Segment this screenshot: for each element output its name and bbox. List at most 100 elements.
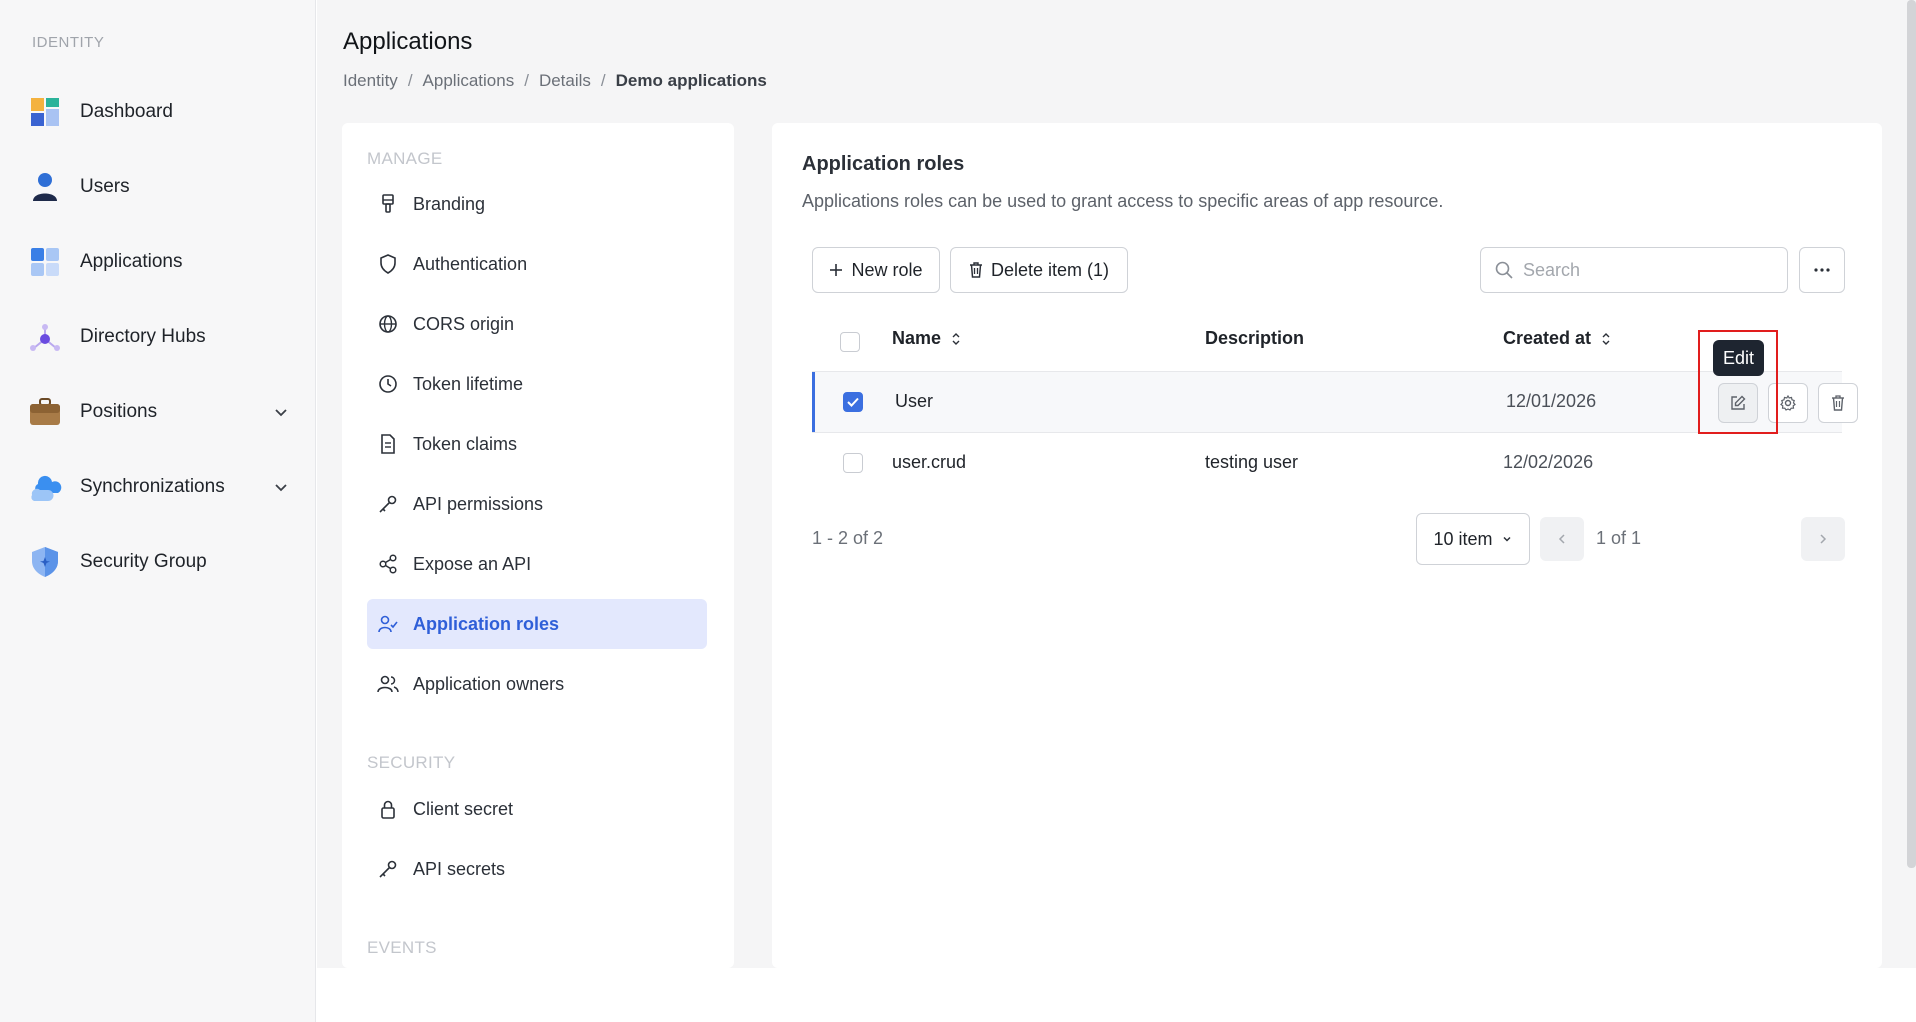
menu-item-label: Authentication [413, 253, 528, 274]
menu-item-label: Client secret [413, 798, 514, 819]
user-icon [28, 170, 62, 204]
chevron-right-icon [1820, 534, 1827, 544]
menu-item-branding[interactable]: Branding [367, 179, 707, 229]
gear-icon [1780, 395, 1796, 411]
globe-icon [377, 313, 399, 335]
menu-item-label: Branding [413, 193, 486, 214]
delete-item-label: Delete item (1) [990, 259, 1110, 280]
row-checkbox[interactable] [843, 453, 863, 473]
cloud-sync-icon [28, 470, 62, 504]
page-scrollbar[interactable] [1907, 0, 1916, 868]
menu-item-label: Expose an API [413, 553, 532, 574]
breadcrumb: Identity / Applications / Details / Demo… [343, 71, 767, 91]
menu-item-label: Application roles [413, 613, 560, 634]
application-roles-panel: Application roles Applications roles can… [772, 123, 1882, 968]
briefcase-icon [28, 395, 62, 429]
menu-item-expose-api[interactable]: Expose an API [367, 539, 707, 589]
sidebar-item-synchronizations[interactable]: Synchronizations [28, 462, 290, 512]
chevron-down-icon[interactable] [272, 403, 290, 421]
delete-item-button[interactable]: Delete item (1) [950, 247, 1128, 293]
column-header-created-at[interactable]: Created at [1503, 328, 1611, 349]
column-header-label: Created at [1503, 328, 1592, 348]
lock-icon [377, 798, 399, 820]
breadcrumb-current: Demo applications [615, 71, 767, 90]
sidebar-section-label: IDENTITY [32, 34, 105, 51]
search-icon [1495, 261, 1513, 279]
sidebar-item-security-group[interactable]: Security Group [28, 537, 290, 587]
chevron-down-icon[interactable] [272, 478, 290, 496]
table-row[interactable]: User 12/01/2026 [812, 372, 1842, 432]
group-label-events: EVENTS [367, 938, 437, 957]
trash-icon [969, 262, 982, 278]
delete-button[interactable] [1818, 383, 1858, 423]
document-icon [377, 433, 399, 455]
main-area: Applications Identity / Applications / D… [317, 0, 1916, 968]
clock-icon [377, 373, 399, 395]
sidebar-item-users[interactable]: Users [28, 162, 290, 212]
prev-page-button[interactable] [1540, 517, 1584, 561]
sidebar-item-directory-hubs[interactable]: Directory Hubs [28, 312, 290, 362]
key-icon [377, 493, 399, 515]
sidebar-item-label: Directory Hubs [80, 326, 206, 347]
menu-item-token-claims[interactable]: Token claims [367, 419, 707, 469]
menu-item-application-roles[interactable]: Application roles [367, 599, 707, 649]
sidebar-item-label: Applications [80, 251, 183, 272]
sidebar-item-label: Positions [80, 401, 158, 422]
share-icon [377, 553, 399, 575]
menu-item-cors-origin[interactable]: CORS origin [367, 299, 707, 349]
menu-item-application-owners[interactable]: Application owners [367, 659, 707, 709]
row-checkbox[interactable] [843, 392, 863, 412]
next-page-button[interactable] [1801, 517, 1845, 561]
search-input[interactable] [1523, 259, 1763, 281]
check-icon [847, 397, 859, 407]
chevron-down-icon [1502, 536, 1511, 542]
applications-icon [28, 245, 62, 279]
sidebar-item-applications[interactable]: Applications [28, 237, 290, 287]
menu-item-label: API permissions [413, 493, 544, 514]
menu-item-label: API secrets [413, 858, 506, 879]
more-horizontal-icon [1814, 268, 1830, 272]
sidebar-item-label: Synchronizations [80, 476, 225, 497]
users-icon [377, 673, 399, 695]
shield-outline-icon [377, 253, 399, 275]
breadcrumb-applications[interactable]: Applications [423, 71, 515, 91]
key-icon [377, 858, 399, 880]
menu-item-label: Token lifetime [413, 373, 524, 394]
cell-created-at: 12/02/2026 [1503, 452, 1594, 472]
menu-item-api-permissions[interactable]: API permissions [367, 479, 707, 529]
user-check-icon [377, 613, 399, 635]
table-row[interactable]: user.crud testing user 12/02/2026 [812, 433, 1842, 493]
sort-icon [952, 332, 960, 345]
page-size-select[interactable]: 10 item [1416, 513, 1530, 565]
breadcrumb-separator: / [524, 71, 529, 90]
sidebar-item-label: Users [80, 176, 130, 197]
breadcrumb-identity[interactable]: Identity [343, 71, 398, 91]
breadcrumb-separator: / [407, 71, 413, 90]
cell-description: testing user [1205, 452, 1299, 472]
new-role-button[interactable]: New role [812, 247, 940, 293]
cell-name: user.crud [892, 452, 967, 472]
menu-item-label: Token claims [413, 433, 518, 454]
section-description: Applications roles can be used to grant … [802, 191, 1444, 211]
menu-item-client-secret[interactable]: Client secret [367, 784, 707, 834]
column-header-label: Name [892, 328, 942, 348]
sidebar-item-dashboard[interactable]: Dashboard [28, 87, 290, 137]
menu-item-token-lifetime[interactable]: Token lifetime [367, 359, 707, 409]
menu-item-api-secrets[interactable]: API secrets [367, 844, 707, 894]
sidebar-item-positions[interactable]: Positions [28, 387, 290, 437]
plus-icon [830, 264, 843, 276]
chevron-left-icon [1558, 534, 1565, 544]
new-role-label: New role [851, 259, 923, 280]
pagination-range: 1 - 2 of 2 [812, 528, 884, 548]
brush-icon [377, 193, 399, 215]
page-size-value: 10 item [1433, 528, 1493, 549]
page-indicator: 1 of 1 [1596, 528, 1642, 548]
app-sidebar: IDENTITY Dashboard Users Applications Di… [0, 0, 316, 1022]
dashboard-icon [28, 95, 62, 129]
breadcrumb-details[interactable]: Details [539, 71, 591, 91]
more-options-button[interactable] [1799, 247, 1845, 293]
select-all-checkbox[interactable] [840, 332, 860, 352]
menu-item-authentication[interactable]: Authentication [367, 239, 707, 289]
section-title: Application roles [802, 153, 965, 175]
column-header-name[interactable]: Name [892, 328, 961, 349]
